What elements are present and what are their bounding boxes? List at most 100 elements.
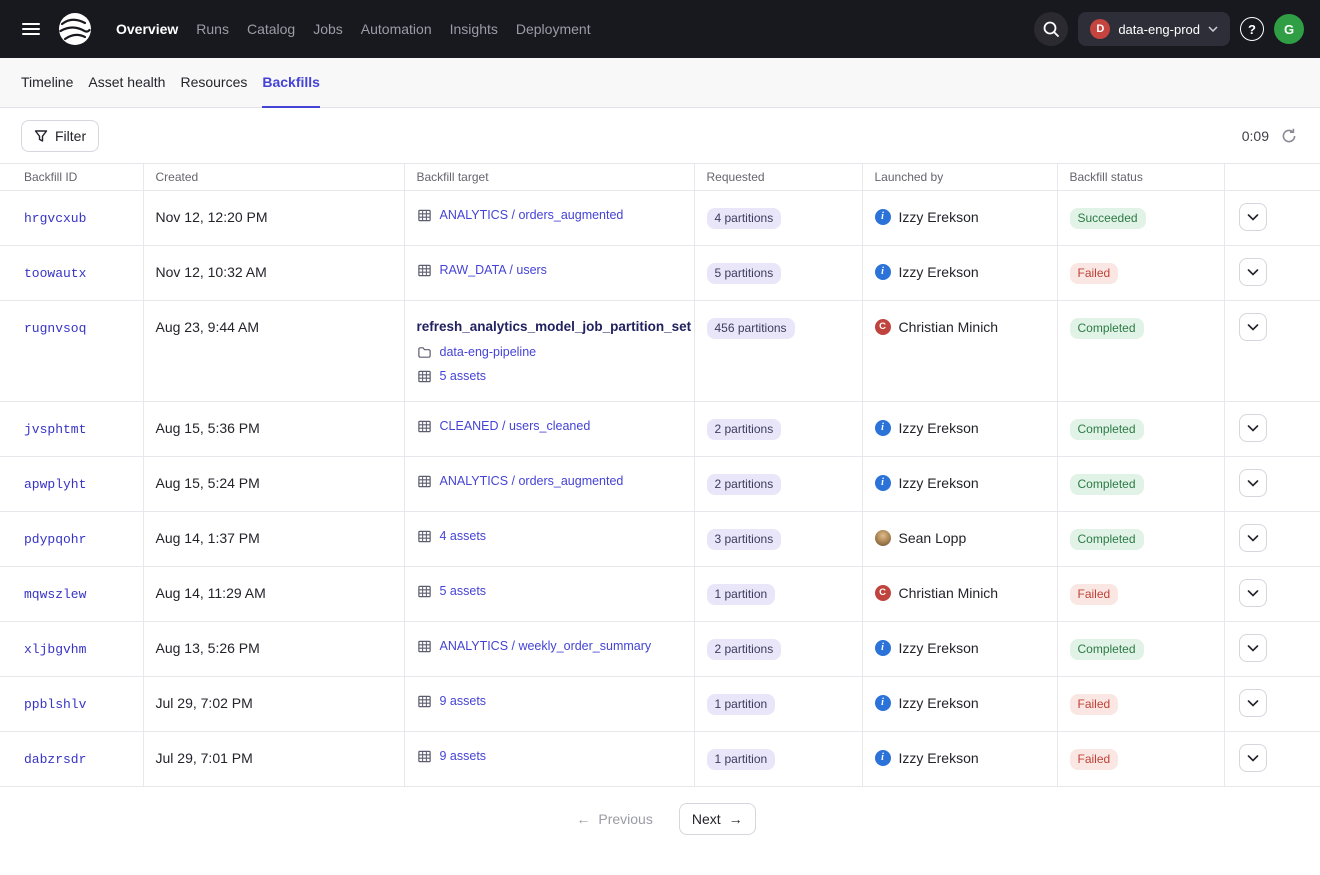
- backfill-target-link[interactable]: RAW_DATA / users: [440, 262, 547, 279]
- launched-by-name: Christian Minich: [899, 317, 999, 337]
- search-button[interactable]: [1034, 12, 1068, 46]
- row-actions-button[interactable]: [1239, 258, 1267, 286]
- nav-item-insights[interactable]: Insights: [442, 15, 506, 43]
- backfill-id-link[interactable]: hrgvcxub: [24, 211, 86, 226]
- backfill-target-link[interactable]: ANALYTICS / orders_augmented: [440, 473, 624, 490]
- backfill-id-link[interactable]: toowautx: [24, 266, 86, 281]
- backfill-id-link[interactable]: dabzrsdr: [24, 752, 86, 767]
- backfill-target-link[interactable]: data-eng-pipeline: [440, 344, 537, 361]
- filter-button[interactable]: Filter: [21, 120, 99, 152]
- backfill-target: 4 assets: [417, 528, 682, 545]
- target-line: 5 assets: [417, 583, 682, 600]
- column-header-actions: [1224, 164, 1320, 191]
- requested-partitions-badge: 1 partition: [707, 694, 776, 715]
- user-avatar-icon: i: [875, 264, 891, 280]
- tab-resources[interactable]: Resources: [180, 58, 247, 108]
- nav-item-jobs[interactable]: Jobs: [305, 15, 351, 43]
- asset-grid-icon: [417, 474, 432, 489]
- launched-by-name: Izzy Erekson: [899, 418, 979, 438]
- backfill-target-link[interactable]: 5 assets: [440, 583, 487, 600]
- backfill-target: ANALYTICS / orders_augmented: [417, 207, 682, 224]
- row-actions-button[interactable]: [1239, 634, 1267, 662]
- hamburger-menu-button[interactable]: [14, 12, 48, 46]
- tab-asset-health[interactable]: Asset health: [88, 58, 165, 108]
- next-page-button[interactable]: Next →: [679, 803, 756, 835]
- row-actions-button[interactable]: [1239, 744, 1267, 772]
- backfill-id-link[interactable]: rugnvsoq: [24, 321, 86, 336]
- row-actions-button[interactable]: [1239, 524, 1267, 552]
- backfill-target: 9 assets: [417, 693, 682, 710]
- backfill-id-link[interactable]: mqwszlew: [24, 587, 86, 602]
- nav-item-deployment[interactable]: Deployment: [508, 15, 599, 43]
- deployment-badge: D: [1090, 19, 1110, 39]
- nav-item-runs[interactable]: Runs: [188, 15, 237, 43]
- target-line: data-eng-pipeline: [417, 344, 682, 361]
- refresh-button[interactable]: [1279, 126, 1299, 146]
- nav-item-automation[interactable]: Automation: [353, 15, 440, 43]
- deployment-switcher[interactable]: D data-eng-prod: [1078, 12, 1230, 46]
- asset-grid-icon: [417, 419, 432, 434]
- launched-by: i Izzy Erekson: [875, 693, 1045, 713]
- row-actions-button[interactable]: [1239, 689, 1267, 717]
- backfill-target-link[interactable]: 5 assets: [440, 368, 487, 385]
- backfill-target-link[interactable]: CLEANED / users_cleaned: [440, 418, 591, 435]
- asset-grid-icon: [417, 639, 432, 654]
- target-line: RAW_DATA / users: [417, 262, 682, 279]
- backfill-target-link[interactable]: ANALYTICS / orders_augmented: [440, 207, 624, 224]
- row-actions-button[interactable]: [1239, 203, 1267, 231]
- backfill-id-link[interactable]: jvsphtmt: [24, 422, 86, 437]
- launched-by: Sean Lopp: [875, 528, 1045, 548]
- chevron-down-icon: [1208, 26, 1218, 32]
- backfill-target-link[interactable]: 9 assets: [440, 748, 487, 765]
- chevron-down-icon: [1247, 324, 1259, 331]
- hamburger-icon: [20, 18, 42, 40]
- backfill-target: ANALYTICS / orders_augmented: [417, 473, 682, 490]
- asset-grid-icon: [417, 529, 432, 544]
- status-badge: Failed: [1070, 749, 1119, 770]
- created-timestamp: Nov 12, 12:20 PM: [156, 209, 268, 225]
- tab-backfills[interactable]: Backfills: [262, 58, 320, 108]
- backfill-target-link[interactable]: refresh_analytics_model_job_partition_se…: [417, 317, 692, 337]
- launched-by: i Izzy Erekson: [875, 207, 1045, 227]
- status-badge: Failed: [1070, 584, 1119, 605]
- user-avatar-icon: i: [875, 640, 891, 656]
- user-avatar[interactable]: G: [1274, 14, 1304, 44]
- row-actions-button[interactable]: [1239, 313, 1267, 341]
- chevron-down-icon: [1247, 755, 1259, 762]
- column-header-launched-by: Launched by: [862, 164, 1057, 191]
- previous-page-label: Previous: [598, 811, 652, 827]
- chevron-down-icon: [1247, 645, 1259, 652]
- status-badge: Failed: [1070, 263, 1119, 284]
- table-row: dabzrsdr Jul 29, 7:01 PM 9 assets 1 part…: [0, 732, 1320, 787]
- previous-page-button[interactable]: ← Previous: [564, 803, 664, 835]
- backfill-id-link[interactable]: pdypqohr: [24, 532, 86, 547]
- backfill-id-link[interactable]: apwplyht: [24, 477, 86, 492]
- nav-item-catalog[interactable]: Catalog: [239, 15, 303, 43]
- asset-grid-icon: [417, 749, 432, 764]
- view-tabs: Timeline Asset health Resources Backfill…: [0, 58, 1320, 108]
- backfill-id-link[interactable]: xljbgvhm: [24, 642, 86, 657]
- created-timestamp: Aug 15, 5:24 PM: [156, 475, 260, 491]
- asset-grid-icon: [417, 694, 432, 709]
- requested-partitions-badge: 2 partitions: [707, 419, 782, 440]
- table-row: xljbgvhm Aug 13, 5:26 PM ANALYTICS / wee…: [0, 622, 1320, 677]
- chevron-down-icon: [1247, 535, 1259, 542]
- tab-timeline[interactable]: Timeline: [21, 58, 73, 108]
- backfill-target-link[interactable]: 9 assets: [440, 693, 487, 710]
- backfills-table: Backfill ID Created Backfill target Requ…: [0, 163, 1320, 787]
- help-button[interactable]: ?: [1240, 17, 1264, 41]
- backfill-target-link[interactable]: ANALYTICS / weekly_order_summary: [440, 638, 652, 655]
- chevron-down-icon: [1247, 214, 1259, 221]
- row-actions-button[interactable]: [1239, 414, 1267, 442]
- requested-partitions-badge: 456 partitions: [707, 318, 795, 339]
- backfill-target: refresh_analytics_model_job_partition_se…: [417, 317, 682, 385]
- backfill-target: RAW_DATA / users: [417, 262, 682, 279]
- row-actions-button[interactable]: [1239, 579, 1267, 607]
- row-actions-button[interactable]: [1239, 469, 1267, 497]
- status-badge: Completed: [1070, 318, 1144, 339]
- nav-item-overview[interactable]: Overview: [108, 15, 186, 43]
- backfill-target-link[interactable]: 4 assets: [440, 528, 487, 545]
- backfill-id-link[interactable]: ppblshlv: [24, 697, 86, 712]
- search-icon: [1042, 20, 1060, 38]
- chevron-down-icon: [1247, 590, 1259, 597]
